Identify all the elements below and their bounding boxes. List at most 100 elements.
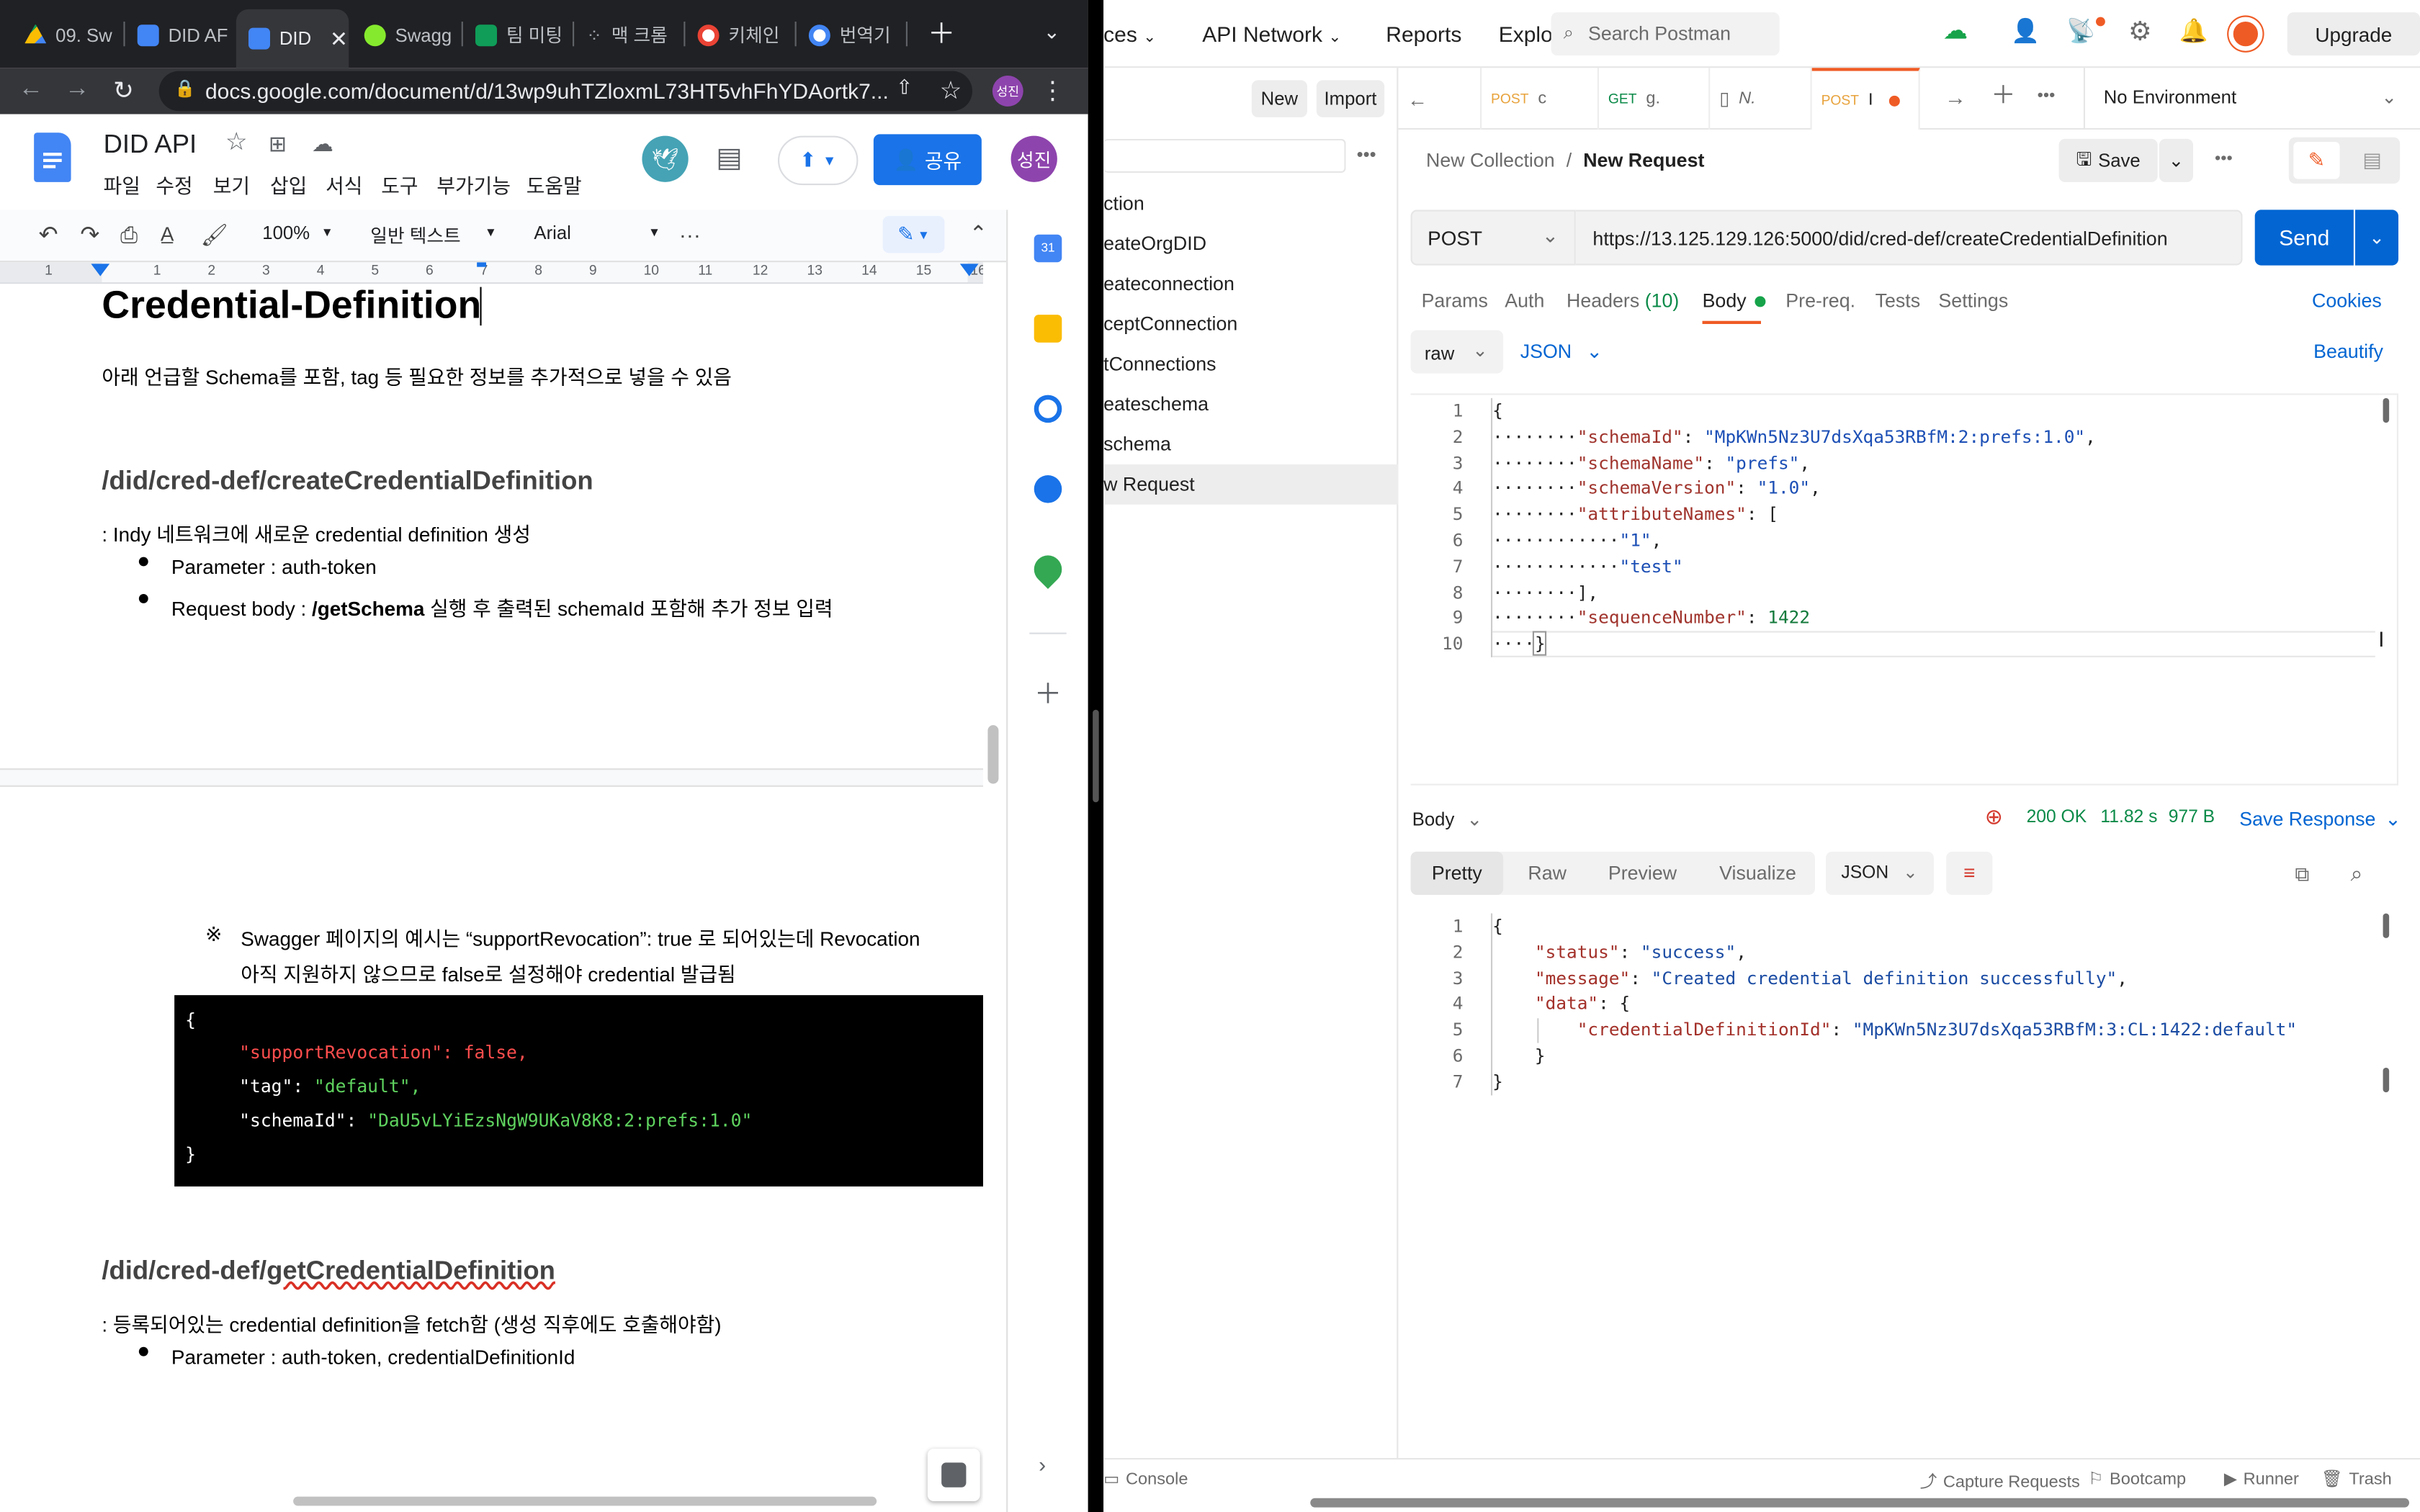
- bird-avatar[interactable]: 🕊: [642, 135, 689, 182]
- send-button[interactable]: Send: [2254, 210, 2354, 266]
- comments-icon[interactable]: ▤: [716, 143, 742, 171]
- sidebar-item-acceptconnection[interactable]: ceptConnection: [1103, 304, 1398, 344]
- request-tab-1[interactable]: POST c: [1482, 68, 1599, 130]
- tabs-more-icon[interactable]: •••: [2038, 87, 2056, 105]
- bell-icon[interactable]: 🔔: [2179, 20, 2208, 43]
- sidebar-item-createorgdid[interactable]: eateOrgDID: [1103, 224, 1398, 264]
- wrap-lines-button[interactable]: ≡: [1946, 851, 1993, 895]
- tab-2-active[interactable]: DID ✕: [236, 9, 349, 68]
- sidebar-item-getschema[interactable]: schema: [1103, 424, 1398, 464]
- menu-file[interactable]: 파일: [104, 170, 140, 199]
- request-body-editor[interactable]: 1 2 3 4 5 6 7 8 9 10 { ········"schemaId…: [1410, 393, 2398, 786]
- tab-1[interactable]: DID AF: [125, 14, 233, 55]
- account-avatar[interactable]: [2228, 17, 2263, 51]
- view-pretty[interactable]: Pretty: [1410, 851, 1504, 895]
- arrow-right-icon[interactable]: →: [1945, 86, 1966, 108]
- sidebar-filter-input[interactable]: [1103, 138, 1346, 173]
- search-response-icon[interactable]: ⌕: [2351, 863, 2363, 884]
- paint-format-icon[interactable]: 🖌: [201, 224, 228, 246]
- move-folder-icon[interactable]: ⊞: [269, 132, 287, 154]
- tab-stop-icon[interactable]: [477, 262, 486, 267]
- response-format-select[interactable]: JSON ⌄: [1826, 851, 1934, 895]
- save-response-button[interactable]: Save Response ⌄: [2239, 807, 2401, 830]
- sidebar-item-new-request[interactable]: w Request: [1103, 464, 1399, 505]
- indent-marker-icon[interactable]: [91, 264, 110, 276]
- share-page-icon[interactable]: ⇧: [889, 76, 920, 107]
- expand-panel-icon[interactable]: ›: [1039, 1454, 1046, 1475]
- more-icon[interactable]: ···: [679, 224, 701, 246]
- response-body-select[interactable]: Body ⌄: [1412, 809, 1482, 830]
- tab-body[interactable]: Body: [1703, 290, 1765, 312]
- view-preview[interactable]: Preview: [1608, 863, 1677, 884]
- bootcamp-button[interactable]: ⚐ Bootcamp: [2088, 1469, 2186, 1489]
- profile-avatar[interactable]: 성진: [992, 76, 1023, 107]
- nav-explore[interactable]: Explo: [1499, 22, 1553, 46]
- close-tab-icon[interactable]: ✕: [330, 28, 348, 50]
- editor-scrollbar[interactable]: [2383, 397, 2390, 423]
- comment-icon[interactable]: ▤: [2351, 142, 2394, 179]
- explore-button[interactable]: [927, 1449, 980, 1501]
- contacts-icon[interactable]: [1034, 475, 1062, 503]
- document-page[interactable]: Credential-Definition 아래 언급할 Schema를 포함,…: [0, 284, 983, 1512]
- new-tab-plus-icon[interactable]: ＋: [1991, 84, 2015, 109]
- back-icon[interactable]: ←: [15, 76, 46, 107]
- request-more-icon[interactable]: •••: [2215, 150, 2233, 168]
- new-button[interactable]: New: [1251, 80, 1307, 117]
- star-icon[interactable]: ☆: [225, 130, 248, 156]
- tab-settings[interactable]: Settings: [1938, 290, 2008, 312]
- save-dropdown-button[interactable]: ⌄: [2159, 138, 2193, 182]
- response-body[interactable]: 1 2 3 4 5 6 7 { "status": "success", "me…: [1411, 910, 2398, 1111]
- print-icon[interactable]: ⎙: [120, 224, 138, 246]
- console-button[interactable]: ▭ Console: [1103, 1469, 1188, 1489]
- tab-5[interactable]: ⁘ 맥 크롬: [574, 14, 682, 55]
- keep-icon[interactable]: [1034, 315, 1062, 343]
- sync-cloud-icon[interactable]: ☁: [1943, 19, 1968, 45]
- split-divider[interactable]: [1088, 0, 1104, 1512]
- tab-4[interactable]: 팀 미팅: [463, 14, 571, 55]
- environment-select[interactable]: No Environment ⌄: [2104, 86, 2413, 108]
- request-tab-4-active[interactable]: POST I: [1811, 68, 1920, 130]
- url-input[interactable]: https://13.125.129.126:5000/did/cred-def…: [1575, 210, 2243, 266]
- kebab-menu-icon[interactable]: ⋮: [1037, 76, 1068, 107]
- docs-logo-icon[interactable]: [34, 132, 71, 182]
- style-select[interactable]: 일반 텍스트 ▼: [370, 222, 500, 248]
- doc-title[interactable]: DID API: [104, 130, 197, 161]
- view-visualize[interactable]: Visualize: [1719, 863, 1796, 884]
- chevron-down-icon[interactable]: ⌄: [1044, 22, 1060, 42]
- nav-workspaces[interactable]: ces ⌄: [1103, 22, 1156, 46]
- menu-tools[interactable]: 도구: [381, 170, 418, 199]
- editing-mode-button[interactable]: ✎ ▼: [882, 216, 945, 253]
- menu-addons[interactable]: 부가기능: [436, 170, 511, 199]
- reload-icon[interactable]: ↻: [108, 76, 139, 107]
- request-tab-0[interactable]: ←: [1398, 68, 1482, 130]
- bookmark-star-icon[interactable]: ☆: [936, 76, 967, 107]
- upgrade-button[interactable]: Upgrade: [2287, 12, 2420, 56]
- zoom-select[interactable]: 100% ▼: [262, 222, 339, 244]
- sidebar-more-icon[interactable]: •••: [1357, 145, 1376, 163]
- maps-icon[interactable]: [1028, 549, 1068, 589]
- vertical-scrollbar[interactable]: [987, 725, 999, 784]
- redo-icon[interactable]: ↷: [80, 224, 99, 247]
- copy-icon[interactable]: ⧉: [2295, 864, 2309, 884]
- settings-gear-icon[interactable]: ⚙: [2128, 19, 2152, 45]
- calendar-icon[interactable]: 31: [1034, 234, 1062, 263]
- save-button[interactable]: 🖫 Save: [2058, 138, 2158, 182]
- request-tab-3[interactable]: ▯ N.: [1710, 68, 1812, 130]
- tab-tests[interactable]: Tests: [1876, 290, 1921, 312]
- right-indent-marker-icon[interactable]: [959, 264, 979, 276]
- present-button[interactable]: ⬆ ▼: [778, 135, 859, 186]
- send-dropdown-button[interactable]: ⌄: [2355, 210, 2398, 266]
- sidebar-item-createconnection[interactable]: eateconnection: [1103, 264, 1398, 304]
- runner-button[interactable]: ▶ Runner: [2224, 1469, 2299, 1489]
- undo-icon[interactable]: ↶: [39, 224, 58, 247]
- tab-0[interactable]: 09. Sw: [12, 14, 120, 55]
- tab-6[interactable]: 키체인: [685, 14, 793, 55]
- method-select[interactable]: POST ⌄: [1410, 210, 1576, 266]
- spellcheck-icon[interactable]: A̲: [161, 224, 174, 244]
- globe-icon[interactable]: ⊕: [1985, 806, 2003, 827]
- add-addon-icon[interactable]: ＋: [1034, 680, 1062, 708]
- new-tab-icon[interactable]: ＋: [928, 20, 956, 48]
- menu-insert[interactable]: 삽입: [270, 170, 307, 199]
- pencil-icon[interactable]: ✎: [2293, 142, 2340, 179]
- satellite-icon[interactable]: 📡: [2066, 20, 2095, 43]
